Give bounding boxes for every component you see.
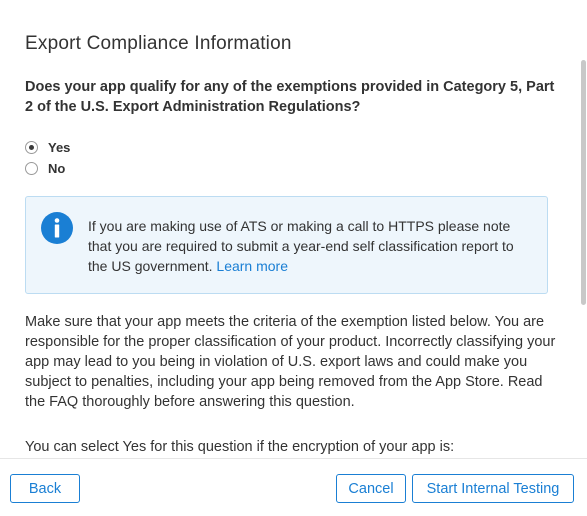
export-compliance-dialog: Export Compliance Information Does your … — [0, 0, 587, 516]
dialog-footer: Back Cancel Start Internal Testing — [0, 458, 587, 516]
cancel-button[interactable]: Cancel — [336, 474, 406, 503]
scrollbar-thumb[interactable] — [581, 60, 586, 305]
radio-yes-checked[interactable] — [25, 141, 38, 154]
radio-option-no[interactable]: No — [25, 161, 65, 176]
select-yes-criteria-text: You can select Yes for this question if … — [25, 439, 455, 455]
radio-option-yes[interactable]: Yes — [25, 140, 70, 155]
info-notice-box: If you are making use of ATS or making a… — [25, 196, 548, 294]
exemption-question: Does your app qualify for any of the exe… — [25, 79, 555, 115]
dialog-title: Export Compliance Information — [25, 33, 292, 54]
radio-no-unchecked[interactable] — [25, 162, 38, 175]
start-internal-testing-button[interactable]: Start Internal Testing — [412, 474, 574, 503]
radio-yes-label: Yes — [48, 140, 71, 155]
compliance-description: Make sure that your app meets the criter… — [25, 314, 556, 410]
back-button[interactable]: Back — [10, 474, 80, 503]
learn-more-link[interactable]: Learn more — [216, 258, 288, 274]
radio-no-label: No — [48, 161, 66, 176]
info-icon — [41, 212, 73, 244]
info-message: If you are making use of ATS or making a… — [88, 218, 514, 274]
info-notice-text: If you are making use of ATS or making a… — [88, 216, 533, 276]
